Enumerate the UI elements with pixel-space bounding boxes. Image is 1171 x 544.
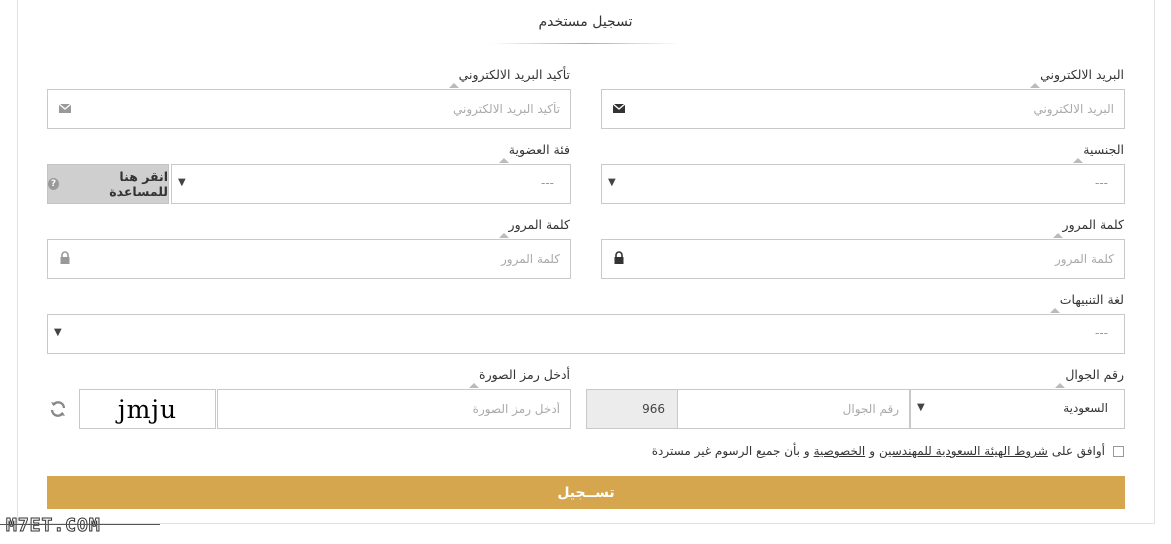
email-input[interactable] (602, 90, 1124, 128)
email-field-wrapper (601, 89, 1125, 129)
country-select[interactable]: السعودية ▼ (910, 389, 1125, 429)
country-code-prefix: 966 (586, 389, 678, 429)
watermark-logo: M7ET.COM (6, 515, 101, 537)
notify-language-label: لغة التنبيهات (1049, 292, 1124, 313)
page-title: تسجيل مستخدم (538, 14, 633, 30)
nationality-select[interactable]: --- ▼ (601, 164, 1125, 204)
envelope-icon (612, 103, 626, 113)
refresh-icon[interactable] (48, 399, 68, 419)
dropdown-arrow-icon: ▼ (608, 177, 616, 188)
membership-label: فئة العضوية (498, 142, 570, 163)
dropdown-arrow-icon: ▼ (917, 402, 925, 413)
agreement-checkbox[interactable] (1113, 445, 1124, 457)
membership-selected-value: --- (541, 176, 554, 190)
agreement-row: أوافق على شروط الهيئة السعودية للمهندسين… (652, 444, 1124, 458)
captcha-input[interactable] (218, 390, 570, 428)
password-input[interactable] (602, 240, 1124, 278)
envelope-icon (58, 103, 72, 113)
nationality-selected-value: --- (1095, 176, 1108, 190)
membership-select[interactable]: --- ▼ (171, 164, 571, 204)
password-label: كلمة المرور (1052, 217, 1124, 238)
help-button-label: انقر هنا للمساعدة (109, 169, 168, 199)
nationality-label: الجنسية (1073, 142, 1124, 163)
notify-language-selected-value: --- (1095, 326, 1108, 340)
email-confirm-field-wrapper (47, 89, 571, 129)
question-circle-icon: ? (48, 178, 60, 190)
email-confirm-input[interactable] (48, 90, 570, 128)
mobile-input[interactable] (678, 390, 909, 428)
password-confirm-field-wrapper (47, 239, 571, 279)
watermark-underline (0, 524, 160, 525)
mobile-field-wrapper (678, 389, 910, 429)
privacy-link[interactable]: الخصوصية (814, 444, 866, 458)
captcha-label: أدخل رمز الصورة (469, 367, 570, 388)
agreement-and: و (869, 444, 875, 458)
help-button[interactable]: انقر هنا للمساعدة ? (47, 164, 169, 204)
dropdown-arrow-icon: ▼ (178, 177, 186, 188)
email-confirm-label: تأكيد البريد الالكتروني (448, 67, 570, 88)
terms-link[interactable]: شروط الهيئة السعودية للمهندسين (879, 444, 1048, 458)
agreement-text-start: أوافق على (1051, 444, 1105, 458)
lock-icon (60, 251, 70, 264)
password-confirm-label: كلمة المرور (498, 217, 570, 238)
notify-language-select[interactable]: --- ▼ (47, 314, 1125, 354)
email-label: البريد الالكتروني (1030, 67, 1124, 88)
password-field-wrapper (601, 239, 1125, 279)
mobile-label: رقم الجوال (1055, 367, 1124, 388)
lock-icon (614, 251, 624, 264)
agreement-text-end: و بأن جميع الرسوم غير مستردة (651, 444, 810, 458)
title-divider (490, 43, 680, 44)
dropdown-arrow-icon: ▼ (54, 327, 62, 338)
password-confirm-input[interactable] (48, 240, 570, 278)
register-button[interactable]: تســجيل (47, 476, 1125, 509)
captcha-image: jmju (79, 389, 216, 429)
country-selected-value: السعودية (1063, 401, 1108, 415)
captcha-field-wrapper (217, 389, 571, 429)
